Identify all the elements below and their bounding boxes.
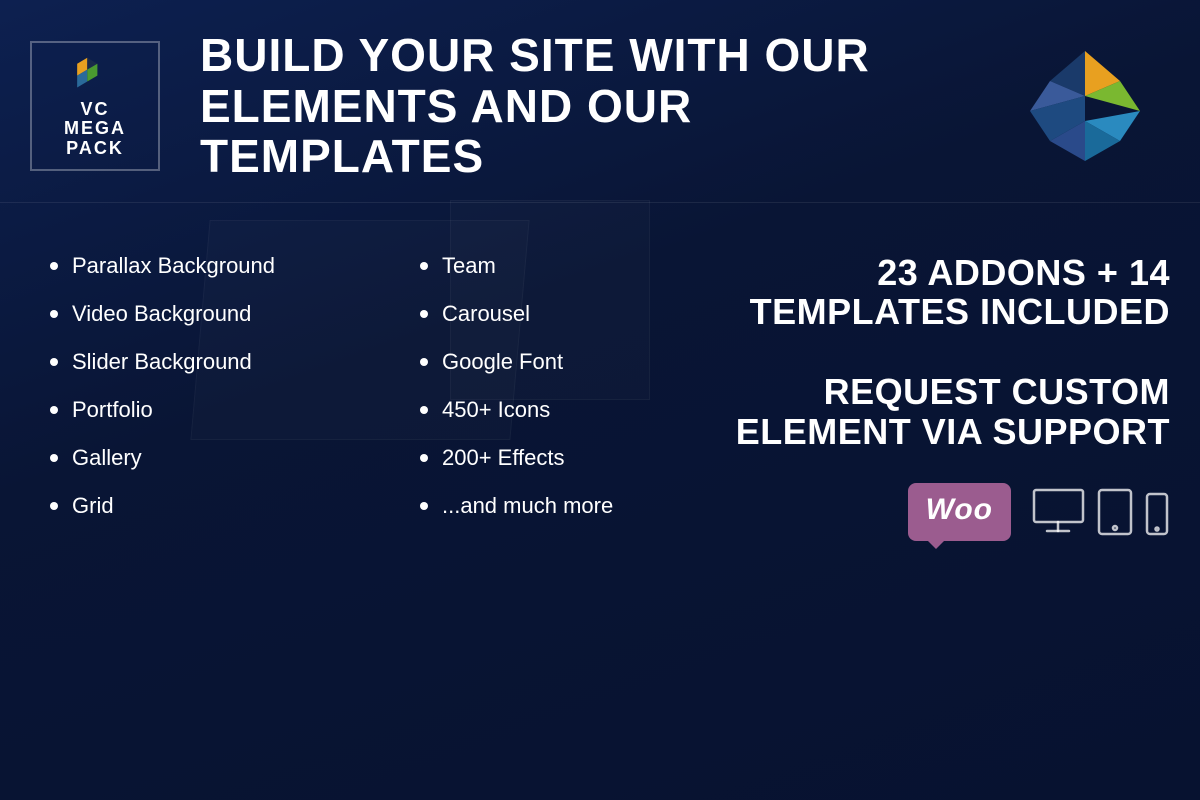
bullet-icon [420, 502, 428, 510]
main-container: VC MEGA PACK BUILD YOUR SITE WITH OUR EL… [0, 0, 1200, 800]
bullet-icon [50, 406, 58, 414]
bullet-icon [50, 358, 58, 366]
gem-logo-icon [1020, 41, 1150, 171]
bullet-icon [420, 454, 428, 462]
list-item: 200+ Effects [420, 445, 690, 471]
list-item: Grid [50, 493, 370, 519]
phone-icon [1144, 491, 1170, 537]
bullet-icon [50, 502, 58, 510]
bullet-icon [50, 262, 58, 270]
bg-shape-2 [450, 200, 650, 400]
stats-primary: 23 ADDONS + 14TEMPLATES INCLUDED [736, 253, 1170, 332]
header-left: VC MEGA PACK BUILD YOUR SITE WITH OUR EL… [30, 30, 900, 182]
bullet-icon [50, 310, 58, 318]
header-title: BUILD YOUR SITE WITH OUR ELEMENTS AND OU… [200, 30, 900, 182]
woo-badge: Woo [908, 483, 1011, 541]
bottom-icons: Woo [908, 483, 1170, 541]
logo-cube-icon [60, 53, 130, 95]
tablet-icon [1096, 487, 1134, 537]
device-icons [1031, 487, 1170, 537]
header: VC MEGA PACK BUILD YOUR SITE WITH OUR EL… [0, 0, 1200, 203]
monitor-icon [1031, 487, 1086, 537]
bullet-icon [50, 454, 58, 462]
col-right: 23 ADDONS + 14TEMPLATES INCLUDED REQUEST… [690, 253, 1170, 541]
woo-text: Woo [926, 493, 993, 527]
list-item: ...and much more [420, 493, 690, 519]
logo-box: VC MEGA PACK [30, 41, 160, 171]
logo-text: VC MEGA PACK [64, 100, 126, 159]
stats-secondary: REQUEST CUSTOMELEMENT VIA SUPPORT [736, 372, 1170, 451]
stats-block: 23 ADDONS + 14TEMPLATES INCLUDED REQUEST… [736, 253, 1170, 451]
list-item: Gallery [50, 445, 370, 471]
